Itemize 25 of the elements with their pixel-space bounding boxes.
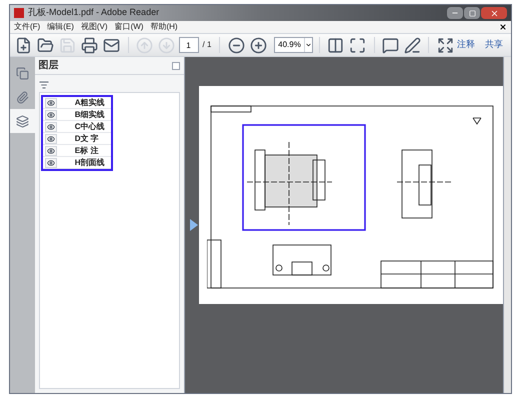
layer-name: C中心线 (74, 120, 105, 132)
layer-row[interactable]: D文 字 (42, 133, 111, 145)
layer-row[interactable]: B细实线 (42, 109, 111, 121)
panel-title: 图层 (38, 59, 59, 73)
toolbar-link[interactable]: 共享 (485, 38, 504, 52)
layer-name: A粗实线 (74, 96, 105, 108)
toolbar-link[interactable]: 注释 (457, 38, 476, 52)
layer-row[interactable]: E标 注 (42, 145, 111, 157)
page-number-field[interactable]: 1 (178, 37, 198, 53)
window-title: 孔板-Model1.pdf - Adobe Reader (28, 6, 160, 20)
menu-item[interactable]: 视图(V) (80, 21, 108, 33)
menu-item[interactable]: 窗口(W) (114, 21, 144, 33)
layer-name: D文 字 (74, 132, 99, 144)
layer-name: E标 注 (74, 144, 98, 156)
zoom-field[interactable]: 40.9% (274, 37, 313, 53)
page-total: / 1 (202, 39, 212, 51)
layer-name: H剖面线 (74, 156, 105, 168)
menu-item[interactable]: 帮助(H) (150, 21, 178, 33)
layer-row[interactable]: H剖面线 (42, 157, 111, 169)
layer-row[interactable]: C中心线 (42, 121, 111, 133)
layer-name: B细实线 (74, 108, 105, 120)
menu-item[interactable]: 编辑(E) (47, 21, 74, 33)
layer-row[interactable]: A粗实线 (42, 97, 111, 109)
zoom-value: 40.9% (277, 39, 302, 51)
menu-item[interactable]: 文件(F) (14, 21, 40, 33)
